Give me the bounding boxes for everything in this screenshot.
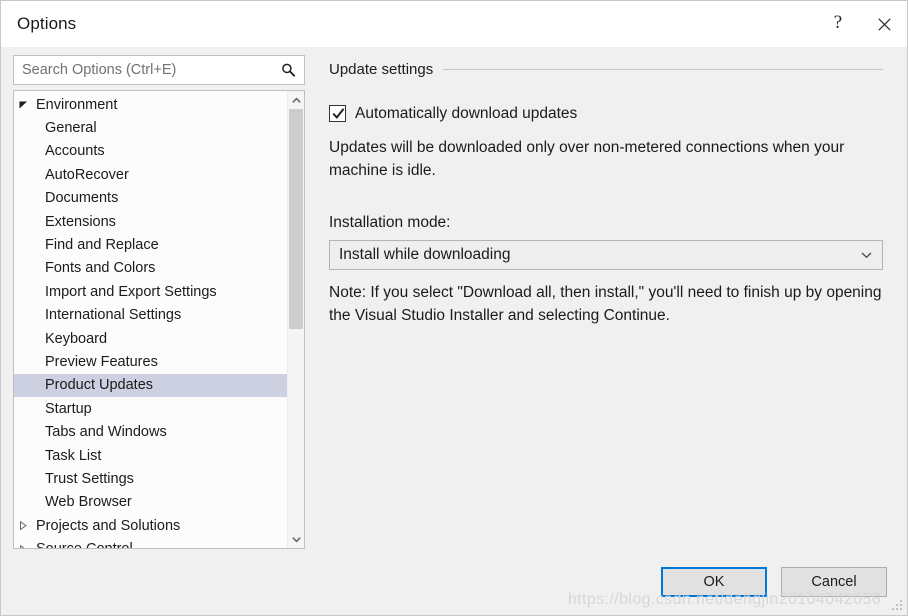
auto-download-label: Automatically download updates [355,104,577,123]
tree-item-label: Web Browser [45,494,132,510]
tree-item-label: Accounts [45,143,105,159]
title-bar: Options ? [1,1,907,47]
triangle-right-icon[interactable] [19,521,33,530]
tree-item-label: Projects and Solutions [36,518,180,534]
tree-item-keyboard[interactable]: Keyboard [14,327,287,350]
install-mode-label: Installation mode: [329,214,883,232]
scrollbar-down-button[interactable] [288,530,304,548]
tree-item-import-and-export-settings[interactable]: Import and Export Settings [14,280,287,303]
tree-item-label: Extensions [45,214,116,230]
options-tree: Environment General Accounts AutoRecover Doc… [13,90,305,549]
tree-item-label: Documents [45,190,118,206]
install-mode-dropdown[interactable]: Install while downloading [329,240,883,270]
group-header: Update settings [329,61,883,78]
tree-item-environment[interactable]: Environment [14,93,287,116]
tree-item-extensions[interactable]: Extensions [14,210,287,233]
tree-item-trust-settings[interactable]: Trust Settings [14,467,287,490]
tree-item-label: Environment [36,97,117,113]
tree-item-documents[interactable]: Documents [14,187,287,210]
tree-item-label: International Settings [45,307,181,323]
install-mode-value: Install while downloading [339,246,861,264]
triangle-right-icon[interactable] [19,545,33,548]
tree-list: Environment General Accounts AutoRecover Doc… [14,91,287,548]
search-input[interactable] [14,56,304,84]
tree-item-label: Fonts and Colors [45,260,155,276]
tree-item-startup[interactable]: Startup [14,397,287,420]
caption-buttons: ? [815,1,907,47]
group-divider [443,69,883,70]
tree-item-accounts[interactable]: Accounts [14,140,287,163]
tree-item-label: Product Updates [45,377,153,393]
tree-item-web-browser[interactable]: Web Browser [14,491,287,514]
tree-item-general[interactable]: General [14,116,287,139]
tree-item-product-updates[interactable]: Product Updates [14,374,287,397]
tree-scrollbar[interactable] [287,91,304,548]
scrollbar-track[interactable] [288,109,304,530]
tree-item-label: Import and Export Settings [45,284,217,300]
tree-item-fonts-and-colors[interactable]: Fonts and Colors [14,257,287,280]
dialog-footer: OK Cancel https://blog.csdn.net/dengjin2… [1,549,907,615]
tree-item-find-and-replace[interactable]: Find and Replace [14,233,287,256]
dialog-title: Options [17,14,76,34]
tree-item-label: Startup [45,401,92,417]
tree-item-preview-features[interactable]: Preview Features [14,350,287,373]
settings-panel: Update settings Automatically download u… [315,55,895,549]
tree-item-international-settings[interactable]: International Settings [14,304,287,327]
tree-item-tabs-and-windows[interactable]: Tabs and Windows [14,420,287,443]
cancel-button[interactable]: Cancel [781,567,887,597]
scrollbar-up-button[interactable] [288,91,304,109]
tree-item-label: Source Control [36,541,133,548]
options-dialog: Options ? [0,0,908,616]
close-icon[interactable] [861,1,907,47]
tree-item-autorecover[interactable]: AutoRecover [14,163,287,186]
chevron-down-icon [861,251,872,259]
help-icon[interactable]: ? [815,1,861,47]
tree-item-label: Keyboard [45,331,107,347]
auto-download-row[interactable]: Automatically download updates [329,104,883,123]
auto-download-description: Updates will be downloaded only over non… [329,136,869,182]
ok-button[interactable]: OK [661,567,767,597]
tree-item-label: Preview Features [45,354,158,370]
tree-item-source-control[interactable]: Source Control [14,537,287,548]
install-mode-note: Note: If you select "Download all, then … [329,281,883,327]
tree-item-label: Trust Settings [45,471,134,487]
dialog-body: Environment General Accounts AutoRecover Doc… [1,47,907,549]
tree-item-label: AutoRecover [45,167,129,183]
search-icon [281,63,296,78]
search-box[interactable] [13,55,305,85]
tree-item-projects-and-solutions[interactable]: Projects and Solutions [14,514,287,537]
tree-item-label: Tabs and Windows [45,424,167,440]
tree-item-label: Find and Replace [45,237,159,253]
tree-item-label: General [45,120,97,136]
tree-item-task-list[interactable]: Task List [14,444,287,467]
auto-download-checkbox[interactable] [329,105,346,122]
group-title: Update settings [329,61,433,78]
triangle-down-icon[interactable] [19,100,33,109]
scrollbar-thumb[interactable] [289,109,303,329]
resize-grip[interactable] [890,598,904,612]
tree-item-label: Task List [45,448,101,464]
left-panel: Environment General Accounts AutoRecover Doc… [13,55,315,549]
